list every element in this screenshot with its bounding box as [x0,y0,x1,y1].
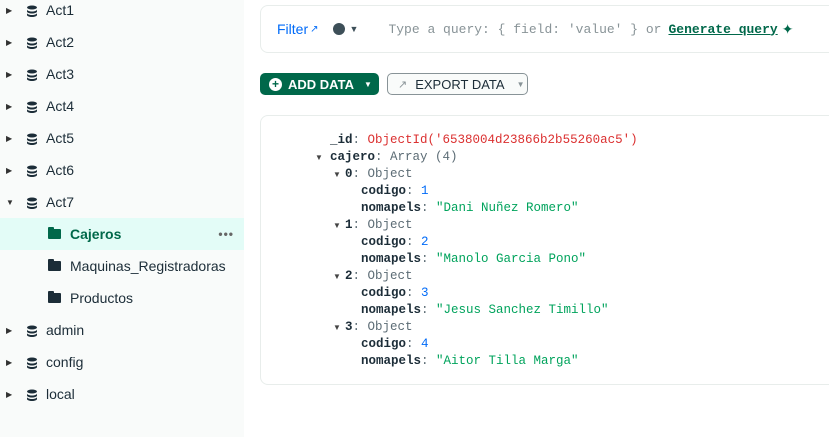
query-input[interactable]: Type a query: { field: 'value' } or [388,22,661,37]
document-field: 0: Object [345,167,413,181]
document-field: nomapels: "Jesus Sanchez Timillo" [361,303,609,317]
filter-bar: Filter ↗ ▼ Type a query: { field: 'value… [260,5,829,53]
database-label: Act2 [46,34,75,50]
folder-icon [48,227,61,239]
database-icon [26,132,38,145]
database-icon [26,324,38,337]
database-label: Act6 [46,162,75,178]
database-label: config [46,354,84,370]
document-field: 2: Object [345,269,413,283]
sidebar-collection-item[interactable]: Cajeros ••• [0,218,244,250]
export-data-label: EXPORT DATA [415,76,505,92]
export-icon: ↗ [398,78,408,91]
history-clock-icon[interactable] [332,23,345,35]
folder-icon [48,291,61,303]
caret-right-icon[interactable]: ▶ [6,326,14,335]
database-label: Act7 [46,194,75,210]
external-link-icon: ↗ [310,23,319,35]
sidebar-database-item[interactable]: ▶ Act1 [0,0,244,26]
caret-right-icon[interactable]: ▶ [6,390,14,399]
caret-right-icon[interactable]: ▶ [6,38,14,47]
sidebar-database-item[interactable]: ▶ admin [0,314,244,346]
caret-right-icon[interactable]: ▶ [6,358,14,367]
database-icon [26,196,38,209]
history-caret-icon[interactable]: ▼ [350,24,359,34]
document-field: nomapels: "Aitor Tilla Marga" [361,354,579,368]
document-field: 1: Object [345,218,413,232]
caret-right-icon[interactable]: ▶ [6,166,14,175]
document-field: 3: Object [345,320,413,334]
collection-label: Maquinas_Registradoras [70,258,226,274]
sidebar-database-item[interactable]: ▶ Act4 [0,90,244,122]
database-label: Act3 [46,66,75,82]
caret-down-icon[interactable]: ▼ [6,198,14,207]
sidebar-database-item[interactable]: ▶ local [0,378,244,410]
caret-down-icon[interactable]: ▼ [333,170,341,179]
document-field: nomapels: "Manolo Garcia Pono" [361,252,587,266]
sidebar-database-item[interactable]: ▼ Act7 [0,186,244,218]
sidebar-database-item[interactable]: ▶ Act5 [0,122,244,154]
document-field: codigo: 1 [361,184,429,198]
add-data-button[interactable]: + ADD DATA ▼ [260,73,379,95]
caret-down-icon[interactable]: ▼ [333,221,341,230]
filter-link[interactable]: Filter [277,21,308,37]
database-label: local [46,386,75,402]
caret-right-icon[interactable]: ▶ [6,134,14,143]
sidebar-database-item[interactable]: ▶ config [0,346,244,378]
database-label: Act5 [46,130,75,146]
caret-down-icon[interactable]: ▼ [333,272,341,281]
database-icon [26,164,38,177]
sidebar: ▶ Act1 ▶ Act2 ▶ Act3 ▶ Act4 ▶ Act5 ▶ Act6 ▼ Act7 Cajer… [0,0,244,437]
folder-icon [48,259,61,271]
caret-right-icon[interactable]: ▶ [6,102,14,111]
caret-down-icon: ▼ [363,79,372,89]
document-card[interactable]: _id: ObjectId('6538004d23866b2b55260ac5'… [260,115,829,385]
database-icon [26,36,38,49]
sidebar-database-item[interactable]: ▶ Act6 [0,154,244,186]
database-icon [26,100,38,113]
sidebar-database-item[interactable]: ▶ Act3 [0,58,244,90]
document-field: codigo: 2 [361,235,429,249]
caret-right-icon[interactable]: ▶ [6,70,14,79]
sparkle-icon: ✦ [781,20,794,37]
database-label: Act4 [46,98,75,114]
add-data-label: ADD DATA [288,76,354,92]
plus-circle-icon: + [269,77,282,91]
database-label: admin [46,322,85,338]
ellipsis-icon[interactable]: ••• [218,227,234,241]
generate-query-link[interactable]: Generate query [668,22,777,37]
database-label: Act1 [46,2,75,18]
document-field: _id: ObjectId('6538004d23866b2b55260ac5'… [330,133,638,147]
export-data-button[interactable]: ↗ EXPORT DATA ▼ [387,73,528,95]
document-field: codigo: 4 [361,337,429,351]
collection-label: Cajeros [70,226,122,242]
document-field: codigo: 3 [361,286,429,300]
collection-label: Productos [70,290,134,306]
database-icon [26,4,38,17]
database-icon [26,388,38,401]
caret-down-icon[interactable]: ▼ [315,153,323,162]
document-field: cajero: Array (4) [330,150,458,164]
caret-right-icon[interactable]: ▶ [6,6,14,15]
sidebar-collection-item[interactable]: Productos [0,282,244,314]
caret-down-icon[interactable]: ▼ [333,323,341,332]
database-icon [26,356,38,369]
sidebar-database-item[interactable]: ▶ Act2 [0,26,244,58]
document-field: nomapels: "Dani Nuñez Romero" [361,201,579,215]
caret-down-icon: ▼ [516,79,525,89]
sidebar-collection-item[interactable]: Maquinas_Registradoras [0,250,244,282]
database-icon [26,68,38,81]
